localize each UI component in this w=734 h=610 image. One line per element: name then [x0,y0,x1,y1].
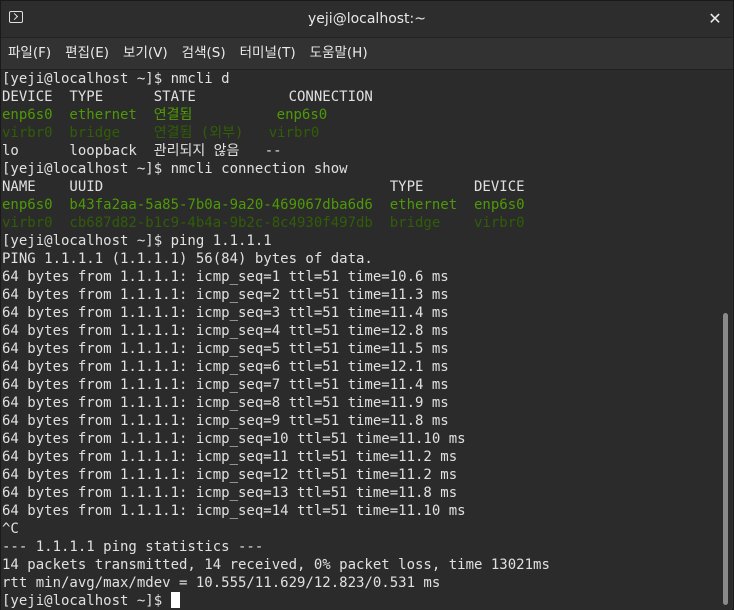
terminal-window: yeji@localhost:~ ✕ 파일(F) 편집(E) 보기(V) 검색(… [0,0,734,610]
terminal-line: 64 bytes from 1.1.1.1: icmp_seq=12 ttl=5… [2,466,550,484]
terminal-line: virbr0 bridge 연결됨 (외부) virbr0 [2,124,550,142]
terminal-line-text: 64 bytes from 1.1.1.1: icmp_seq=9 ttl=51… [2,413,449,429]
terminal-line: 64 bytes from 1.1.1.1: icmp_seq=13 ttl=5… [2,484,550,502]
terminal-line-text: enp6s0 ethernet 연결됨 enp6s0 [2,107,328,123]
menu-edit[interactable]: 편집(E) [58,38,116,69]
terminal-line-text: virbr0 cb687d82-b1c9-4b4a-9b2c-8c4930f49… [2,215,525,231]
terminal-line: 64 bytes from 1.1.1.1: icmp_seq=2 ttl=51… [2,286,550,304]
terminal-icon [9,11,23,23]
terminal-line: 64 bytes from 1.1.1.1: icmp_seq=5 ttl=51… [2,340,550,358]
menu-terminal[interactable]: 터미널(T) [233,38,303,69]
terminal-line-text: [yeji@localhost ~]$ [2,593,171,609]
terminal-line-text: [yeji@localhost ~]$ nmcli d [2,71,230,87]
terminal-output[interactable]: [yeji@localhost ~]$ nmcli d DEVICE TYPE S… [1,70,721,610]
terminal-line-text: virbr0 bridge 연결됨 (외부) virbr0 [2,125,320,141]
terminal-line: rtt min/avg/max/mdev = 10.555/11.629/12.… [2,574,550,592]
terminal-line: 64 bytes from 1.1.1.1: icmp_seq=11 ttl=5… [2,448,550,466]
terminal-line: PING 1.1.1.1 (1.1.1.1) 56(84) bytes of d… [2,250,550,268]
terminal-line: [yeji@localhost ~]$ ping 1.1.1.1 [2,232,550,250]
scrollbar[interactable] [720,70,732,610]
terminal-line-text: 64 bytes from 1.1.1.1: icmp_seq=8 ttl=51… [2,395,449,411]
terminal-line-text: 64 bytes from 1.1.1.1: icmp_seq=12 ttl=5… [2,467,458,483]
terminal-line-text: 64 bytes from 1.1.1.1: icmp_seq=7 ttl=51… [2,377,449,393]
terminal-line-text: 64 bytes from 1.1.1.1: icmp_seq=3 ttl=51… [2,305,449,321]
terminal-line-text: [yeji@localhost ~]$ nmcli connection sho… [2,161,348,177]
terminal-line-text: 64 bytes from 1.1.1.1: icmp_seq=2 ttl=51… [2,287,449,303]
terminal-line-text: 64 bytes from 1.1.1.1: icmp_seq=1 ttl=51… [2,269,449,285]
menu-help[interactable]: 도움말(H) [303,38,375,69]
terminal-line: 64 bytes from 1.1.1.1: icmp_seq=14 ttl=5… [2,502,550,520]
scrollbar-thumb[interactable] [723,313,728,605]
terminal-line: 64 bytes from 1.1.1.1: icmp_seq=8 ttl=51… [2,394,550,412]
terminal-line-text: 64 bytes from 1.1.1.1: icmp_seq=14 ttl=5… [2,503,466,519]
terminal-line: enp6s0 ethernet 연결됨 enp6s0 [2,106,550,124]
terminal-line-text: PING 1.1.1.1 (1.1.1.1) 56(84) bytes of d… [2,251,373,267]
terminal-line-text: ^C [2,521,19,537]
terminal-line-text: 64 bytes from 1.1.1.1: icmp_seq=4 ttl=51… [2,323,449,339]
text-cursor [170,592,180,608]
terminal-line-text: 64 bytes from 1.1.1.1: icmp_seq=5 ttl=51… [2,341,449,357]
terminal-line: 14 packets transmitted, 14 received, 0% … [2,556,550,574]
terminal-line: [yeji@localhost ~]$ nmcli d [2,70,550,88]
terminal-line-text: rtt min/avg/max/mdev = 10.555/11.629/12.… [2,575,441,591]
terminal-line: virbr0 cb687d82-b1c9-4b4a-9b2c-8c4930f49… [2,214,550,232]
terminal-line: 64 bytes from 1.1.1.1: icmp_seq=6 ttl=51… [2,358,550,376]
terminal-line: enp6s0 b43fa2aa-5a85-7b0a-9a20-469067dba… [2,196,550,214]
terminal-line: [yeji@localhost ~]$ nmcli connection sho… [2,160,550,178]
terminal-line: lo loopback 관리되지 않음 -- [2,142,550,160]
terminal-line-text: lo loopback 관리되지 않음 -- [2,143,282,159]
terminal-line-text: 64 bytes from 1.1.1.1: icmp_seq=10 ttl=5… [2,431,466,447]
menu-bar: 파일(F) 편집(E) 보기(V) 검색(S) 터미널(T) 도움말(H) [1,38,733,70]
terminal-line-text: [yeji@localhost ~]$ ping 1.1.1.1 [2,233,272,249]
close-button[interactable]: ✕ [703,7,727,31]
terminal-line-text: --- 1.1.1.1 ping statistics --- [2,539,264,555]
terminal-line: 64 bytes from 1.1.1.1: icmp_seq=10 ttl=5… [2,430,550,448]
menu-search[interactable]: 검색(S) [175,38,233,69]
terminal-line: ^C [2,520,550,538]
terminal-lines: [yeji@localhost ~]$ nmcli d DEVICE TYPE S… [2,70,550,610]
terminal-line: 64 bytes from 1.1.1.1: icmp_seq=3 ttl=51… [2,304,550,322]
terminal-line-text: enp6s0 b43fa2aa-5a85-7b0a-9a20-469067dba… [2,197,525,213]
menu-view[interactable]: 보기(V) [116,38,175,69]
terminal-line: NAME UUID TYPE DEVICE [2,178,550,196]
terminal-line: DEVICE TYPE STATE CONNECTION [2,88,550,106]
terminal-line: 64 bytes from 1.1.1.1: icmp_seq=9 ttl=51… [2,412,550,430]
terminal-line-text: DEVICE TYPE STATE CONNECTION [2,89,373,105]
window-title: yeji@localhost:~ [308,11,426,27]
terminal-line-text: 64 bytes from 1.1.1.1: icmp_seq=11 ttl=5… [2,449,458,465]
terminal-line-text: 64 bytes from 1.1.1.1: icmp_seq=6 ttl=51… [2,359,449,375]
title-bar[interactable]: yeji@localhost:~ ✕ [1,1,733,38]
terminal-line: --- 1.1.1.1 ping statistics --- [2,538,550,556]
terminal-line-text: 14 packets transmitted, 14 received, 0% … [2,557,550,573]
terminal-line-text: 64 bytes from 1.1.1.1: icmp_seq=13 ttl=5… [2,485,458,501]
terminal-line: 64 bytes from 1.1.1.1: icmp_seq=1 ttl=51… [2,268,550,286]
terminal-line: 64 bytes from 1.1.1.1: icmp_seq=7 ttl=51… [2,376,550,394]
terminal-line: [yeji@localhost ~]$ [2,592,550,610]
terminal-line: 64 bytes from 1.1.1.1: icmp_seq=4 ttl=51… [2,322,550,340]
menu-file[interactable]: 파일(F) [1,38,58,69]
terminal-line-text: NAME UUID TYPE DEVICE [2,179,525,195]
